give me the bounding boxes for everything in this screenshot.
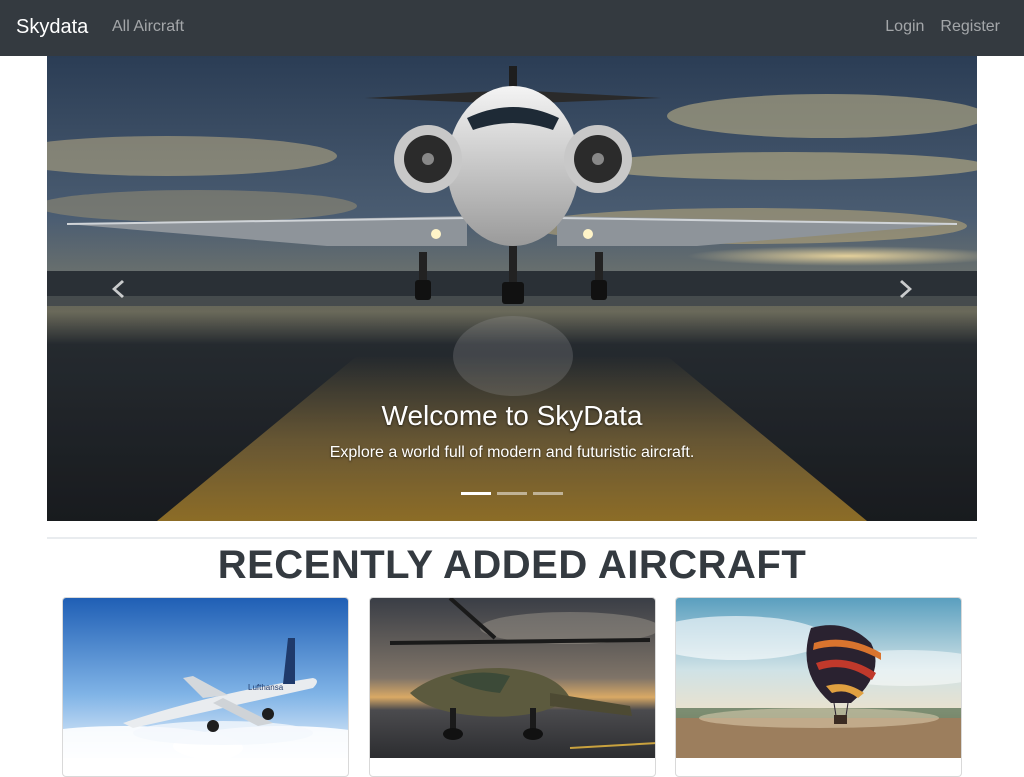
svg-text:Lufthansa: Lufthansa: [248, 683, 284, 692]
top-navbar: Skydata All Aircraft Login Register: [0, 0, 1024, 56]
aircraft-card-helicopter[interactable]: [369, 597, 656, 777]
carousel-caption-text: Explore a world full of modern and futur…: [329, 444, 695, 461]
aircraft-card-balloon[interactable]: [675, 597, 962, 777]
chevron-right-icon: [900, 279, 912, 298]
section-heading: RECENTLY ADDED AIRCRAFT: [217, 543, 807, 587]
airliner-image: Lufthansa: [63, 598, 348, 758]
carousel-indicators: [461, 492, 563, 495]
nav-right-group: Login Register: [885, 17, 1000, 37]
aircraft-card-airliner[interactable]: Lufthansa: [62, 597, 349, 777]
hero-carousel: Welcome to SkyData Explore a world full …: [47, 56, 977, 521]
carousel-caption-title: Welcome to SkyData: [381, 400, 643, 431]
nav-link-login[interactable]: Login: [885, 17, 924, 37]
section-divider: [47, 537, 977, 539]
carousel-indicator-3[interactable]: [533, 492, 563, 495]
nav-link-all-aircraft[interactable]: All Aircraft: [112, 17, 184, 37]
carousel-indicator-1[interactable]: [461, 492, 491, 495]
chevron-left-icon: [112, 279, 124, 298]
carousel-indicator-2[interactable]: [497, 492, 527, 495]
hot-air-balloon-image: [676, 598, 961, 758]
helicopter-image: [370, 598, 655, 758]
brand-link[interactable]: Skydata: [16, 15, 88, 39]
nav-link-register[interactable]: Register: [940, 17, 1000, 37]
